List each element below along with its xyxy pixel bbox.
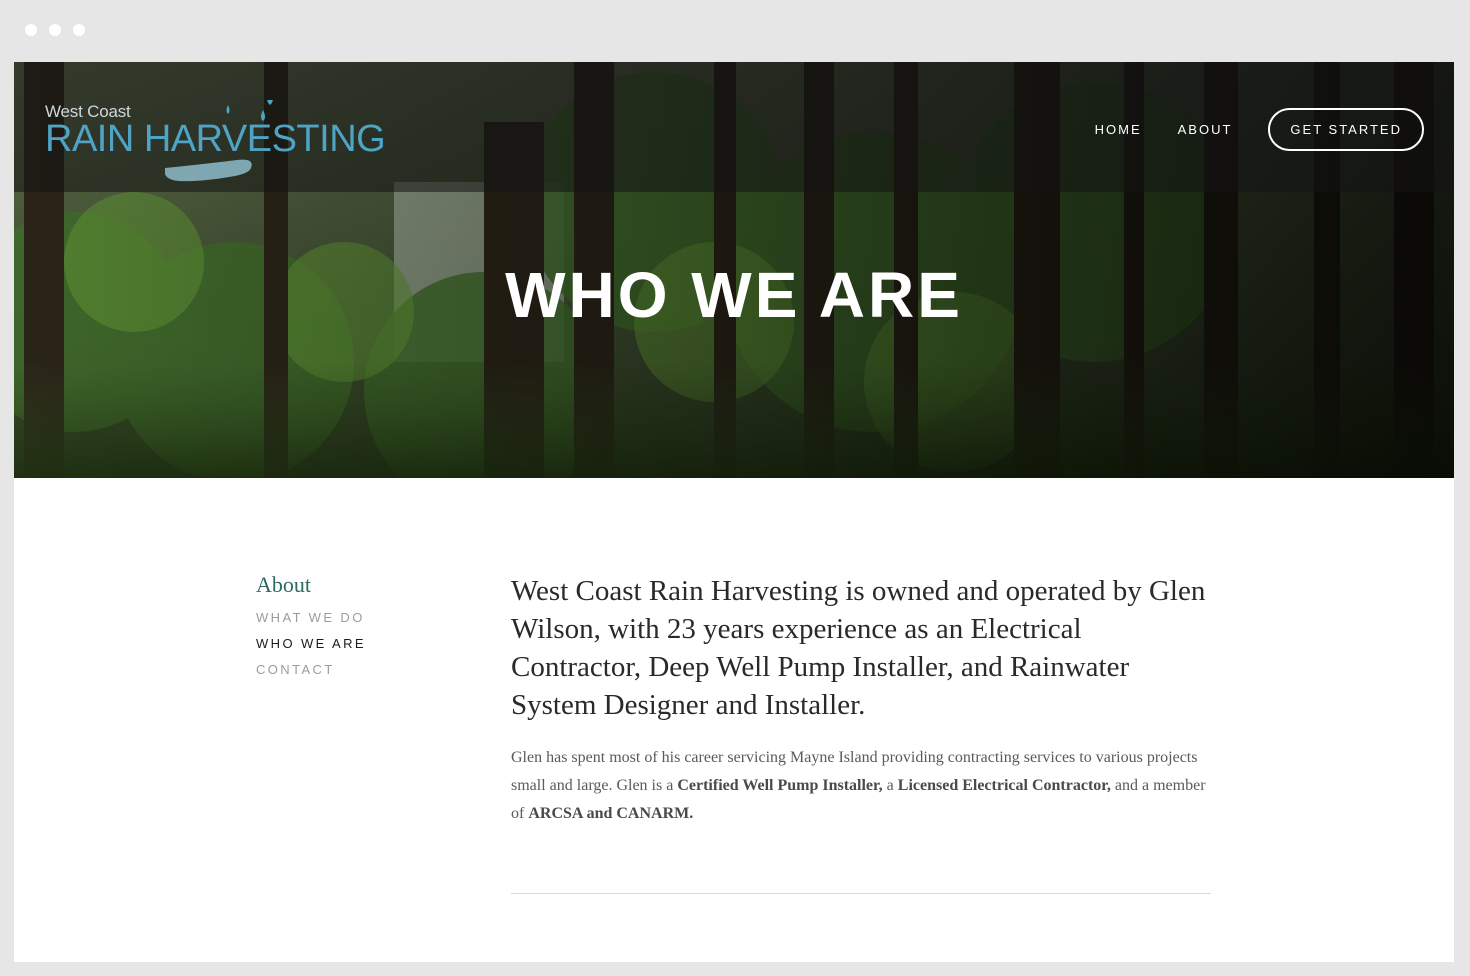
subnav-item-what-we-do[interactable]: WHAT WE DO xyxy=(256,610,366,625)
window-dot-icon xyxy=(73,24,85,36)
body-paragraph: Glen has spent most of his career servic… xyxy=(511,744,1211,828)
body-text-segment: a xyxy=(882,777,898,794)
main-content: West Coast Rain Harvesting is owned and … xyxy=(511,572,1211,828)
section-divider xyxy=(511,893,1211,894)
main-nav: HOME ABOUT GET STARTED xyxy=(1095,108,1424,151)
nav-link-home[interactable]: HOME xyxy=(1095,122,1142,137)
window-dot-icon xyxy=(25,24,37,36)
nav-link-about[interactable]: ABOUT xyxy=(1178,122,1233,137)
logo-wordmark: RAIN HARVESTING xyxy=(45,118,386,160)
hero-banner: West Coast RAIN HARVESTING HOME ABOUT GE… xyxy=(14,62,1454,478)
lead-paragraph: West Coast Rain Harvesting is owned and … xyxy=(511,575,1206,721)
membership-text: ARCSA and CANARM. xyxy=(528,805,694,822)
browser-window-controls xyxy=(25,24,85,36)
section-subnav: About WHAT WE DO WHO WE ARE CONTACT xyxy=(256,572,366,688)
site-logo[interactable]: West Coast RAIN HARVESTING xyxy=(45,100,386,185)
license-text: Licensed Electrical Contractor, xyxy=(897,777,1111,794)
get-started-button[interactable]: GET STARTED xyxy=(1268,108,1424,151)
page: West Coast RAIN HARVESTING HOME ABOUT GE… xyxy=(14,62,1454,962)
subnav-item-who-we-are[interactable]: WHO WE ARE xyxy=(256,636,366,651)
window-dot-icon xyxy=(49,24,61,36)
certification-text: Certified Well Pump Installer, xyxy=(677,777,883,794)
subnav-heading[interactable]: About xyxy=(256,572,366,598)
subnav-item-contact[interactable]: CONTACT xyxy=(256,662,366,677)
page-title: WHO WE ARE xyxy=(505,259,963,331)
